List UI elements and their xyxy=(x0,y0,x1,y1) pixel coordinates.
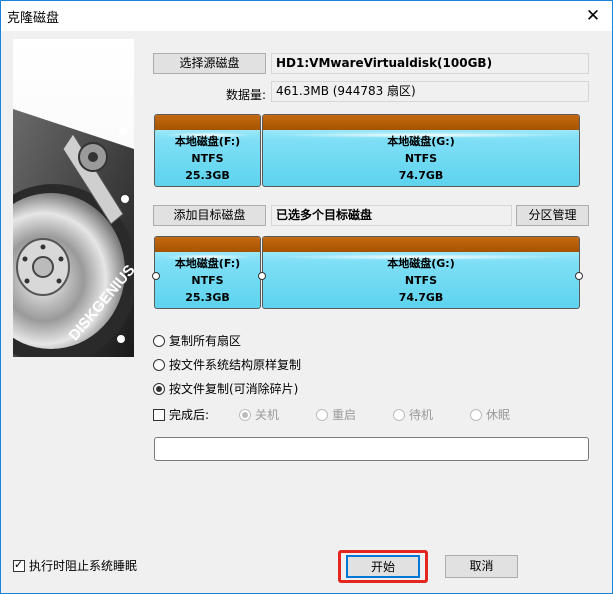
partition-name: 本地磁盘(F:) xyxy=(174,135,241,148)
add-target-disk-button[interactable]: 添加目标磁盘 xyxy=(153,205,266,226)
radio-icon xyxy=(153,382,165,395)
partition-size: 74.7GB xyxy=(398,291,444,304)
partition-name: 本地磁盘(G:) xyxy=(387,135,455,148)
cancel-button[interactable]: 取消 xyxy=(445,555,518,578)
after-option-hibernate[interactable]: 休眠 xyxy=(470,406,510,423)
resize-handle-left[interactable] xyxy=(152,272,160,280)
after-completion-label: 完成后: xyxy=(169,408,210,422)
after-option-restart[interactable]: 重启 xyxy=(316,406,356,423)
hard-disk-icon: DISKGENIUS xyxy=(13,109,134,357)
partition-size: 25.3GB xyxy=(185,169,230,182)
partition-size: 74.7GB xyxy=(398,169,444,182)
option-label: 按文件系统结构原样复制 xyxy=(169,358,302,372)
target-partition-f[interactable]: 本地磁盘(F:) NTFS 25.3GB xyxy=(154,236,261,309)
partition-size: 25.3GB xyxy=(185,291,230,304)
option-copy-fs-structure[interactable]: 按文件系统结构原样复制 xyxy=(153,356,301,373)
start-button[interactable]: 开始 xyxy=(346,555,420,578)
checkbox-icon xyxy=(13,558,25,572)
radio-icon xyxy=(470,408,482,421)
source-partition-f[interactable]: 本地磁盘(F:) NTFS 25.3GB xyxy=(154,114,261,187)
target-disk-map: 本地磁盘(F:) NTFS 25.3GB 本地磁盘(G:) NTFS 74.7G… xyxy=(154,236,580,309)
source-partition-g[interactable]: 本地磁盘(G:) NTFS 74.7GB xyxy=(262,114,580,187)
checkbox-icon xyxy=(153,408,165,421)
partition-manage-button[interactable]: 分区管理 xyxy=(516,205,589,226)
window-title: 克隆磁盘 xyxy=(7,11,60,26)
partition-fs: NTFS xyxy=(191,152,224,165)
option-copy-by-file[interactable]: 按文件复制(可消除碎片) xyxy=(153,380,298,397)
clone-disk-dialog: 克隆磁盘 ✕ DISKGENIUS 选择源磁盘 HD1:VMwareVirtua… xyxy=(0,0,613,594)
title-bar: 克隆磁盘 ✕ xyxy=(1,1,612,31)
partition-name: 本地磁盘(G:) xyxy=(387,257,455,270)
select-source-disk-button[interactable]: 选择源磁盘 xyxy=(153,53,266,74)
source-disk-field: HD1:VMwareVirtualdisk(100GB) xyxy=(271,53,589,74)
radio-icon xyxy=(316,408,328,421)
partition-fs: NTFS xyxy=(191,274,224,287)
option-label: 休眠 xyxy=(486,408,511,422)
prevent-sleep-checkbox[interactable]: 执行时阻止系统睡眠 xyxy=(13,557,137,574)
option-label: 待机 xyxy=(409,408,434,422)
after-option-shutdown[interactable]: 关机 xyxy=(239,406,279,423)
radio-icon xyxy=(239,408,251,421)
close-button[interactable]: ✕ xyxy=(582,5,604,27)
target-partition-g[interactable]: 本地磁盘(G:) NTFS 74.7GB xyxy=(262,236,580,309)
radio-icon xyxy=(153,334,165,347)
source-disk-map: 本地磁盘(F:) NTFS 25.3GB 本地磁盘(G:) NTFS 74.7G… xyxy=(154,114,580,187)
radio-icon xyxy=(393,408,405,421)
resize-handle-middle[interactable] xyxy=(258,272,266,280)
partition-name: 本地磁盘(F:) xyxy=(174,257,241,270)
option-label: 关机 xyxy=(255,408,280,422)
option-label: 按文件复制(可消除碎片) xyxy=(169,382,299,396)
partition-fs: NTFS xyxy=(404,152,438,165)
option-label: 重启 xyxy=(332,408,357,422)
partition-fs: NTFS xyxy=(404,274,438,287)
prevent-sleep-label: 执行时阻止系统睡眠 xyxy=(29,559,138,573)
disk-illustration: DISKGENIUS xyxy=(13,39,134,357)
option-copy-all-sectors[interactable]: 复制所有扇区 xyxy=(153,332,241,349)
radio-icon xyxy=(153,358,165,371)
data-size-field: 461.3MB (944783 扇区) xyxy=(271,81,589,102)
option-label: 复制所有扇区 xyxy=(169,334,242,348)
resize-handle-right[interactable] xyxy=(575,272,583,280)
data-size-label: 数据量: xyxy=(225,88,266,102)
target-disk-field: 已选多个目标磁盘 xyxy=(271,205,512,226)
after-completion-checkbox[interactable]: 完成后: xyxy=(153,406,209,423)
progress-field xyxy=(154,437,589,461)
after-option-standby[interactable]: 待机 xyxy=(393,406,433,423)
